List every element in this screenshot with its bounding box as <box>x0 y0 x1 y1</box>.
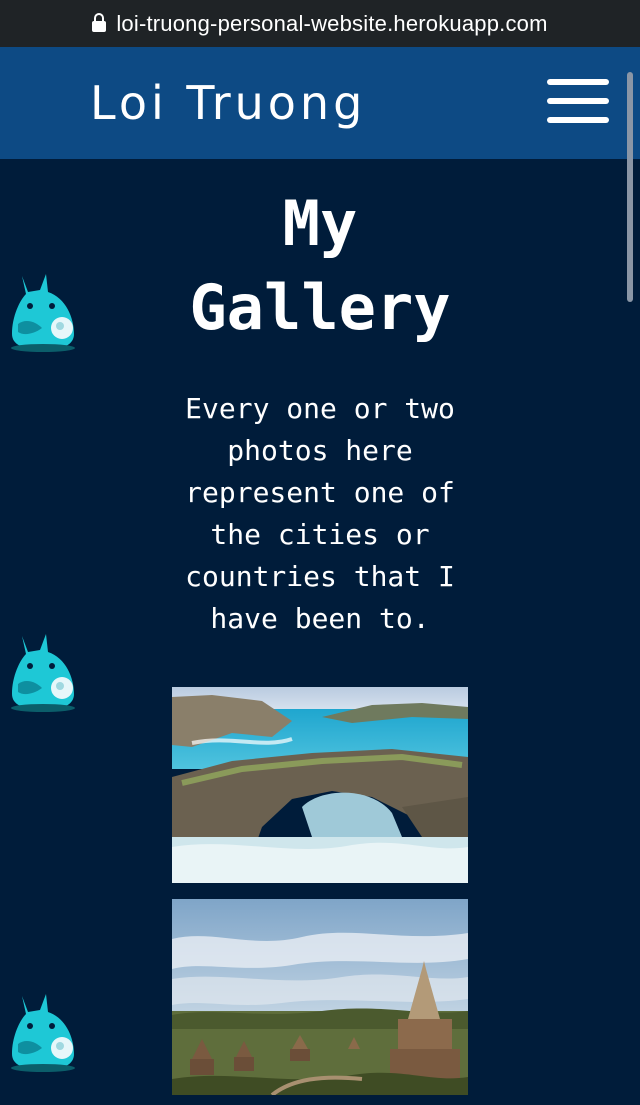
intro-line: have been to. <box>210 602 430 635</box>
gallery-intro: Every one or two photos here represent o… <box>150 388 490 640</box>
lock-icon <box>92 12 107 33</box>
site-brand[interactable]: Loi Truong <box>90 75 366 131</box>
page-title-line: My <box>282 187 358 260</box>
totoro-icon <box>11 994 75 1072</box>
intro-line: photos here <box>227 434 413 467</box>
intro-line: represent one of <box>185 476 455 509</box>
totoro-icon <box>11 634 75 712</box>
scrollbar[interactable] <box>627 72 633 302</box>
gallery-photo-coastal-arch[interactable] <box>172 687 468 883</box>
intro-line: countries that I <box>185 560 455 593</box>
totoro-icon <box>11 274 75 352</box>
hamburger-menu-icon[interactable] <box>547 79 609 123</box>
page-title: My Gallery <box>120 182 520 350</box>
intro-line: the cities or <box>210 518 430 551</box>
url-text[interactable]: loi-truong-personal-website.herokuapp.co… <box>116 11 547 37</box>
navbar: Loi Truong <box>0 47 640 159</box>
gallery-photo-temples[interactable] <box>172 899 468 1095</box>
browser-address-bar[interactable]: loi-truong-personal-website.herokuapp.co… <box>0 0 640 47</box>
intro-line: Every one or two <box>185 392 455 425</box>
page-title-line: Gallery <box>189 271 451 344</box>
